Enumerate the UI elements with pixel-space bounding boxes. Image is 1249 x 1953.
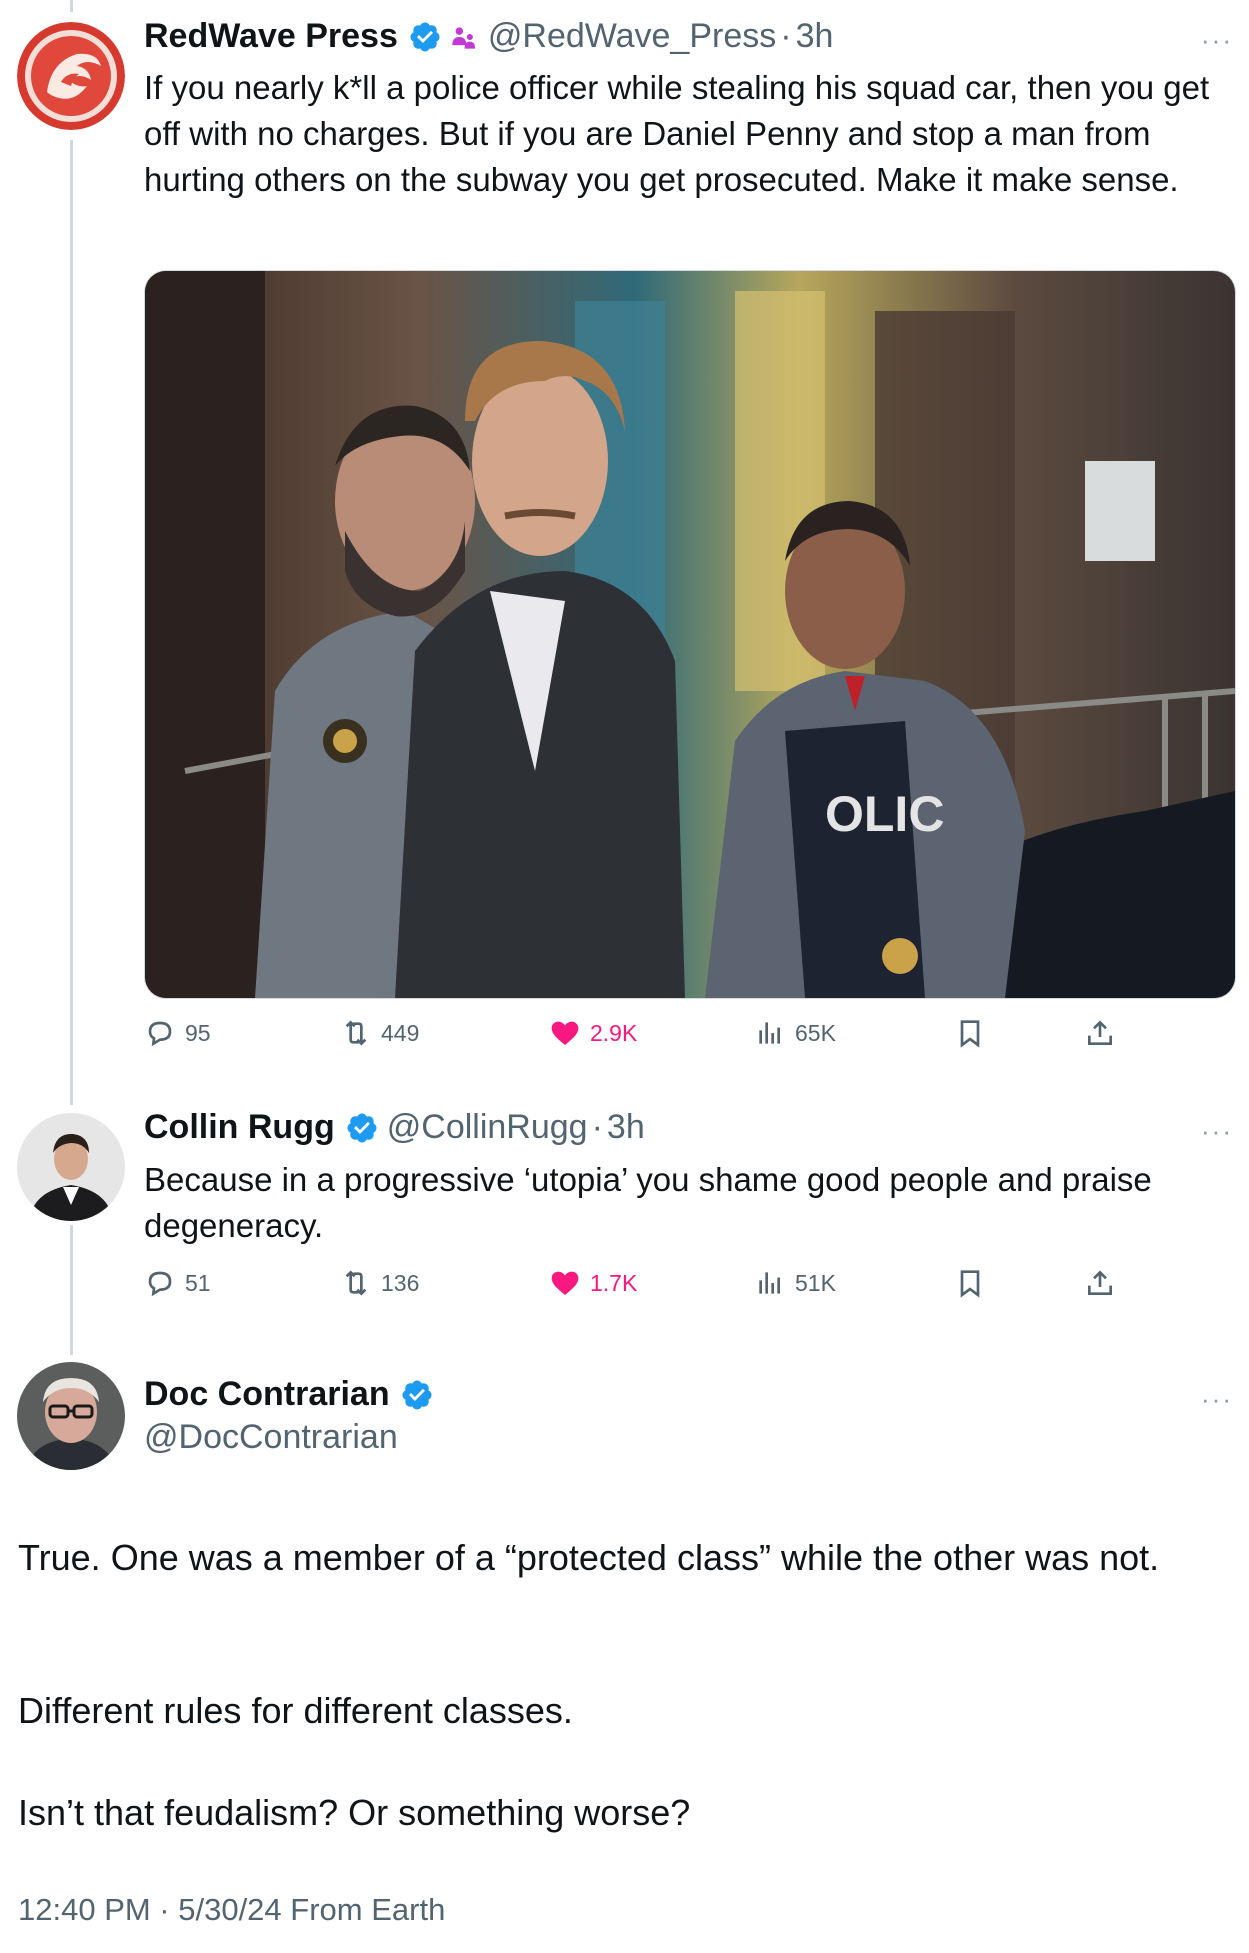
post-timestamp[interactable]: 12:40 PM · 5/30/24 From Earth	[18, 1892, 445, 1928]
avatar-doc[interactable]	[17, 1362, 125, 1470]
views-count: 51K	[795, 1269, 836, 1296]
views-button[interactable]: 51K	[754, 1267, 836, 1299]
like-button[interactable]: 1.7K	[549, 1267, 637, 1299]
separator-dot: ·	[591, 1108, 603, 1146]
avatar-collin[interactable]	[17, 1113, 125, 1221]
reply-count: 51	[185, 1269, 211, 1296]
thread-line-2	[70, 1225, 73, 1355]
handle[interactable]: @RedWave_Press	[488, 17, 776, 56]
display-name[interactable]: Doc Contrarian	[144, 1375, 390, 1414]
repost-count: 136	[381, 1269, 420, 1296]
more-icon[interactable]: ···	[1201, 1116, 1233, 1147]
views-button[interactable]: 65K	[754, 1017, 836, 1049]
timestamp[interactable]: 3h	[796, 17, 834, 56]
reply-icon	[148, 1021, 172, 1047]
reply-button[interactable]: 51	[144, 1267, 211, 1299]
tweet-photo[interactable]: OLIC	[144, 270, 1236, 999]
verified-icon	[347, 1112, 377, 1143]
handle[interactable]: @DocContrarian	[144, 1418, 398, 1457]
main-handle-row: @DocContrarian	[144, 1418, 398, 1457]
action-bar-2: 51 136 1.7K 51K	[144, 1267, 1114, 1307]
repost-icon	[345, 1270, 367, 1296]
thread-line-top	[70, 0, 73, 12]
like-button[interactable]: 2.9K	[549, 1017, 637, 1049]
views-icon	[759, 1272, 780, 1294]
repost-button[interactable]: 449	[340, 1017, 419, 1049]
display-name[interactable]: RedWave Press	[144, 17, 398, 56]
media-vest-text: OLIC	[825, 786, 944, 842]
repost-button[interactable]: 136	[340, 1267, 419, 1299]
action-bar-1: 95 449 2.9K 65K	[144, 1017, 1114, 1057]
more-icon[interactable]: ···	[1201, 1384, 1233, 1415]
tweet-header: Collin Rugg @CollinRugg · 3h	[144, 1108, 645, 1147]
tweet-text: If you nearly k*ll a police officer whil…	[144, 69, 1210, 198]
handle[interactable]: @CollinRugg	[387, 1108, 588, 1147]
thread-line-1	[70, 140, 73, 1105]
reply-button[interactable]: 95	[144, 1017, 211, 1049]
bookmark-button[interactable]	[954, 1267, 995, 1299]
like-count: 1.7K	[590, 1269, 638, 1296]
like-icon	[551, 1271, 579, 1295]
tweet-text: Because in a progressive ‘utopia’ you sh…	[144, 1161, 1152, 1244]
like-count: 2.9K	[590, 1019, 638, 1046]
tweet-header: RedWave Press @RedWave_Press · 3h	[144, 17, 833, 56]
reply-count: 95	[185, 1019, 211, 1046]
repost-count: 449	[381, 1019, 420, 1046]
repost-icon	[345, 1020, 367, 1046]
verified-icon	[402, 1379, 432, 1410]
like-icon	[551, 1021, 579, 1045]
views-count: 65K	[795, 1019, 836, 1046]
verified-icon	[410, 21, 440, 52]
main-text-paragraph-3: Isn’t that feudalism? Or something worse…	[18, 1792, 691, 1833]
bookmark-button[interactable]	[954, 1017, 995, 1049]
affiliate-badge-icon	[452, 26, 475, 49]
main-text-paragraph-1: True. One was a member of a “protected c…	[18, 1537, 1160, 1578]
share-icon	[1088, 1020, 1112, 1045]
views-icon	[759, 1022, 780, 1044]
avatar-redwave[interactable]	[17, 22, 125, 130]
bookmark-icon	[960, 1020, 980, 1048]
main-text-paragraph-2: Different rules for different classes.	[18, 1690, 573, 1731]
share-icon	[1088, 1270, 1112, 1295]
share-button[interactable]	[1084, 1017, 1125, 1049]
share-button[interactable]	[1084, 1267, 1125, 1299]
timestamp[interactable]: 3h	[607, 1108, 645, 1147]
bookmark-icon	[960, 1270, 980, 1298]
more-icon[interactable]: ···	[1201, 25, 1233, 56]
main-name-row: Doc Contrarian	[144, 1375, 442, 1414]
display-name[interactable]: Collin Rugg	[144, 1108, 335, 1147]
reply-icon	[148, 1271, 172, 1297]
separator-dot: ·	[780, 17, 792, 55]
